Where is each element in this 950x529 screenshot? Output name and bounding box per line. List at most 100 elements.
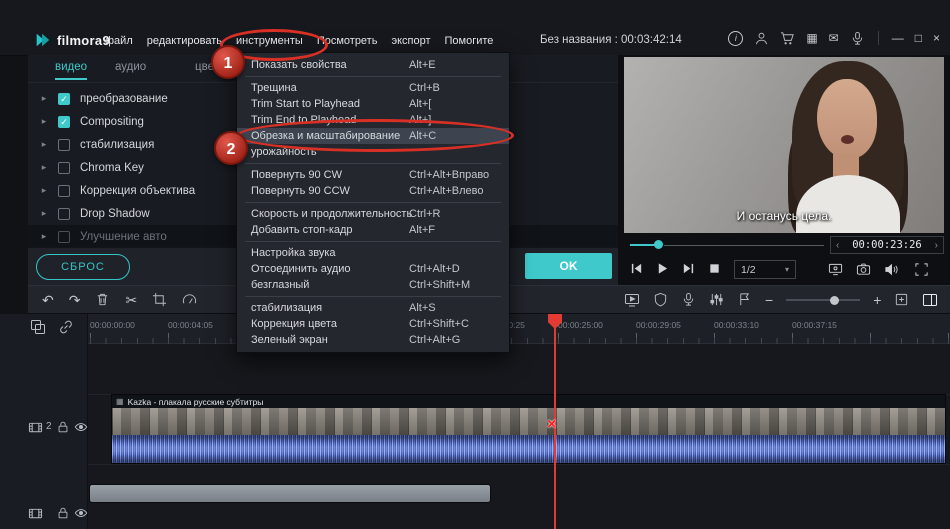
render-preview-icon[interactable] bbox=[624, 292, 640, 308]
clip-audio-waveform[interactable] bbox=[112, 435, 945, 463]
screen-capture-icon[interactable] bbox=[828, 262, 843, 277]
menu-item-rotate-90-ccw[interactable]: Повернуть 90 CCW Ctrl+Alt+Влево bbox=[237, 183, 509, 199]
menu-export[interactable]: экспорт bbox=[384, 35, 437, 47]
menu-item-trim-start-to-playhead[interactable]: Trim Start to Playhead Alt+[ bbox=[237, 96, 509, 112]
speed-dial-icon[interactable] bbox=[182, 292, 197, 307]
menu-item-trim-end-to-playhead[interactable]: Trim End to Playhead Alt+] bbox=[237, 112, 509, 128]
eye-visibility-icon[interactable] bbox=[74, 506, 88, 520]
fullscreen-icon[interactable] bbox=[914, 262, 929, 277]
zoom-fit-icon[interactable] bbox=[894, 292, 909, 307]
chevron-right-icon[interactable]: ▸ bbox=[36, 162, 52, 173]
menu-item-audio-adjust[interactable]: Настройка звука bbox=[237, 245, 509, 261]
menu-help[interactable]: Помогите bbox=[438, 35, 501, 47]
ok-button[interactable]: OK bbox=[525, 253, 612, 279]
marker-icon[interactable] bbox=[737, 292, 752, 307]
stabilization-checkbox[interactable] bbox=[58, 138, 70, 151]
menu-item-stabilization[interactable]: стабилизация Alt+S bbox=[237, 300, 509, 316]
transform-checkbox[interactable]: ✓ bbox=[58, 92, 70, 105]
video-track-icon bbox=[28, 422, 43, 433]
menu-file[interactable]: файл bbox=[98, 35, 140, 47]
compositing-checkbox[interactable]: ✓ bbox=[58, 115, 70, 128]
chevron-right-icon[interactable]: ▸ bbox=[36, 231, 52, 242]
snapshot-camera-icon[interactable] bbox=[856, 262, 871, 277]
scrubber-track[interactable] bbox=[664, 245, 824, 246]
split-scissors-icon[interactable]: ✂ bbox=[125, 292, 137, 308]
menu-item-mute[interactable]: безглазный Ctrl+Shift+M bbox=[237, 277, 509, 293]
preview-scrubber[interactable]: ‹ 00:00:23:26 › bbox=[618, 236, 950, 254]
menu-separator bbox=[245, 241, 501, 242]
chevron-right-icon[interactable]: ▸ bbox=[36, 93, 52, 104]
menu-item-crop-and-zoom[interactable]: Обрезка и масштабирование Alt+C bbox=[237, 128, 509, 144]
sidebar-item-drop-shadow[interactable]: ▸ Drop Shadow bbox=[28, 202, 268, 225]
menu-item-green-screen[interactable]: Зеленый экран Ctrl+Alt+G bbox=[237, 332, 509, 348]
sidebar-item-compositing[interactable]: ▸ ✓ Compositing bbox=[28, 110, 268, 133]
tab-audio[interactable]: аудио bbox=[115, 61, 146, 73]
chevron-right-icon[interactable]: ▸ bbox=[36, 116, 52, 127]
lens-correction-checkbox[interactable] bbox=[58, 184, 70, 197]
redo-icon[interactable]: ↷ bbox=[69, 292, 81, 308]
previous-frame-button[interactable] bbox=[630, 262, 643, 275]
sidebar-item-lens-correction[interactable]: ▸ Коррекция объектива bbox=[28, 179, 268, 202]
play-button[interactable] bbox=[656, 262, 669, 275]
lock-track-icon[interactable] bbox=[56, 506, 70, 520]
video-clip[interactable]: ▦ Kazka - плакала русские субтитры bbox=[111, 394, 946, 464]
delete-icon[interactable] bbox=[95, 292, 110, 307]
stop-button[interactable] bbox=[708, 262, 721, 275]
split-marker-icon[interactable]: × bbox=[547, 416, 556, 434]
scrubber-handle[interactable] bbox=[654, 240, 663, 249]
mask-shield-icon[interactable] bbox=[653, 292, 668, 307]
sidebar-item-transform[interactable]: ▸ ✓ преобразование bbox=[28, 87, 268, 110]
menu-item-speed-duration[interactable]: Скорость и продолжительность Ctrl+R bbox=[237, 206, 509, 222]
overlay-track-clip[interactable] bbox=[89, 484, 491, 503]
close-button[interactable]: × bbox=[933, 30, 940, 46]
menu-item-show-properties[interactable]: Показать свойства Alt+E bbox=[237, 57, 509, 73]
panel-layout-icon[interactable] bbox=[922, 292, 938, 308]
link-icon[interactable] bbox=[58, 319, 74, 335]
auto-enhance-checkbox[interactable] bbox=[58, 230, 70, 243]
timecode-next-icon[interactable]: › bbox=[935, 240, 938, 251]
audio-mixer-icon[interactable] bbox=[709, 292, 724, 307]
next-frame-button[interactable] bbox=[682, 262, 695, 275]
tab-video[interactable]: видео bbox=[55, 61, 88, 80]
ruler-timestamp: 00:00:37:15 bbox=[792, 320, 837, 330]
menu-item-rotate-90-cw[interactable]: Повернуть 90 CW Ctrl+Alt+Вправо bbox=[237, 167, 509, 183]
microphone-icon[interactable] bbox=[850, 31, 865, 46]
store-cart-icon[interactable] bbox=[780, 31, 795, 46]
minimize-button[interactable]: — bbox=[892, 30, 904, 46]
crop-icon[interactable] bbox=[152, 292, 167, 307]
record-voiceover-icon[interactable] bbox=[681, 292, 696, 307]
zoom-out-icon[interactable]: − bbox=[765, 292, 773, 308]
menu-edit[interactable]: редактировать bbox=[140, 35, 229, 47]
menu-view[interactable]: Посмотреть bbox=[310, 35, 385, 47]
zoom-slider-handle[interactable] bbox=[830, 295, 840, 305]
volume-icon[interactable] bbox=[884, 262, 899, 277]
menu-item-detach-audio[interactable]: Отсоединить аудио Ctrl+Alt+D bbox=[237, 261, 509, 277]
drop-shadow-checkbox[interactable] bbox=[58, 207, 70, 220]
chevron-right-icon[interactable]: ▸ bbox=[36, 185, 52, 196]
undo-icon[interactable]: ↶ bbox=[42, 292, 54, 308]
chroma-key-checkbox[interactable] bbox=[58, 161, 70, 174]
reset-button[interactable]: СБРОС bbox=[36, 254, 130, 280]
eye-visibility-icon[interactable] bbox=[74, 420, 88, 434]
media-manager-icon[interactable] bbox=[30, 319, 46, 335]
menu-item-add-freeze-frame[interactable]: Добавить стоп-кадр Alt+F bbox=[237, 222, 509, 238]
layout-icon[interactable]: ▦ bbox=[806, 30, 817, 46]
film-icon: ▦ bbox=[116, 397, 124, 406]
preview-page-select[interactable]: 1/2 ▾ bbox=[734, 260, 796, 279]
clip-thumbnails[interactable] bbox=[112, 408, 945, 435]
menu-item-cut[interactable]: Трещина Ctrl+B bbox=[237, 80, 509, 96]
menu-tools[interactable]: инструменты bbox=[229, 35, 310, 47]
zoom-in-icon[interactable]: + bbox=[873, 292, 881, 308]
lock-track-icon[interactable] bbox=[56, 420, 70, 434]
info-icon[interactable]: i bbox=[728, 30, 744, 46]
chevron-right-icon[interactable]: ▸ bbox=[36, 208, 52, 219]
maximize-button[interactable]: □ bbox=[915, 30, 922, 46]
account-icon[interactable] bbox=[754, 31, 769, 46]
mail-icon[interactable]: ✉ bbox=[829, 30, 839, 46]
timeline-zoom-slider[interactable] bbox=[786, 293, 861, 307]
menu-item-color-correction[interactable]: Коррекция цвета Ctrl+Shift+C bbox=[237, 316, 509, 332]
clip-label: Kazka - плакала русские субтитры bbox=[127, 396, 264, 407]
chevron-right-icon[interactable]: ▸ bbox=[36, 139, 52, 150]
timecode-prev-icon[interactable]: ‹ bbox=[836, 240, 839, 251]
menu-item-crop[interactable]: урожайность bbox=[237, 144, 509, 160]
